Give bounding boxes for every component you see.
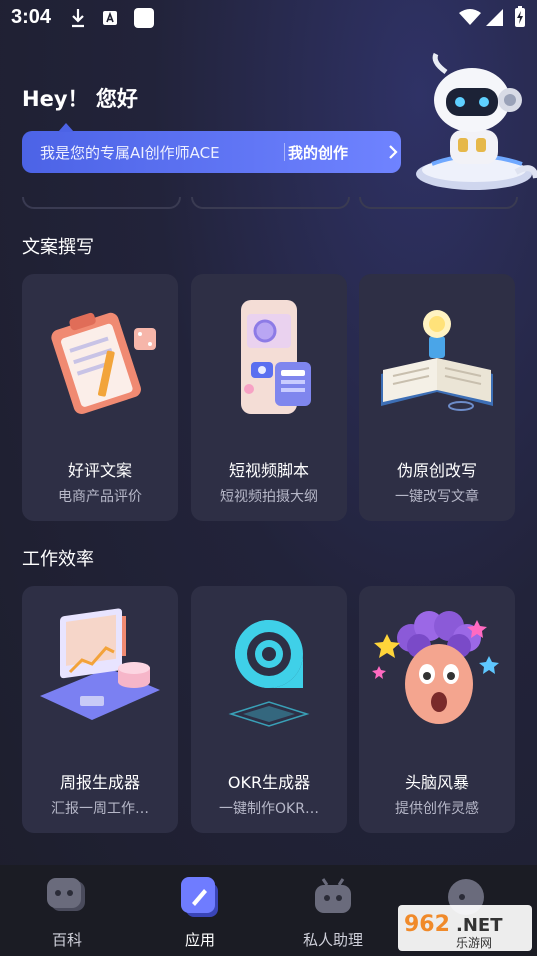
clipboard-icon xyxy=(51,312,156,414)
svg-text:.NET: .NET xyxy=(456,915,503,936)
nav-label: 私人助理 xyxy=(302,931,363,949)
robot-mascot-icon xyxy=(416,52,537,190)
phone-icon xyxy=(241,300,311,414)
card-weekly-report[interactable]: 周报生成器 汇报一周工作… xyxy=(22,586,178,833)
card-stub xyxy=(191,197,350,209)
card-okr-generator[interactable]: OKR生成器 一键制作OKR… xyxy=(191,586,347,833)
card-subtitle: 短视频拍摄大纲 xyxy=(220,489,318,505)
card-title: 头脑风暴 xyxy=(404,773,469,792)
card-brainstorm[interactable]: 头脑风暴 提供创作灵感 xyxy=(359,586,515,833)
download-icon xyxy=(72,9,84,28)
brainstorm-head-icon xyxy=(372,611,499,724)
card-title: 短视频脚本 xyxy=(228,461,309,480)
card-subtitle: 提供创作灵感 xyxy=(395,801,479,817)
report-chart-icon xyxy=(40,608,160,720)
status-bar: 3:04 xyxy=(0,0,537,36)
nav-label: 百科 xyxy=(51,931,82,949)
card-title: 伪原创改写 xyxy=(396,461,477,480)
banner-divider xyxy=(284,143,285,161)
card-stub xyxy=(359,197,518,209)
book-lightbulb-icon xyxy=(381,310,493,411)
chat-bubble-icon xyxy=(47,878,85,911)
card-review-copy[interactable]: 好评文案 电商产品评价 xyxy=(22,274,178,521)
intro-banner[interactable]: 我是您的专属AI创作师ACE 我的创作 xyxy=(22,123,401,173)
section-title-copywriting: 文案撰写 xyxy=(22,237,94,258)
battery-charging-icon xyxy=(515,6,525,27)
svg-text:962: 962 xyxy=(404,912,450,937)
my-creations-link[interactable]: 我的创作 xyxy=(288,142,348,163)
section-title-productivity: 工作效率 xyxy=(22,549,94,570)
greeting-text: Hey！ 您好 xyxy=(22,87,138,111)
nav-item-encyclopedia[interactable]: 百科 xyxy=(17,865,117,956)
card-title: OKR生成器 xyxy=(227,773,311,792)
card-subtitle: 一键改写文章 xyxy=(395,489,479,505)
nav-item-apps[interactable]: 应用 xyxy=(150,865,250,956)
signal-icon xyxy=(486,9,503,26)
pen-icon xyxy=(181,877,218,917)
nav-item-assistant[interactable]: 私人助理 xyxy=(283,865,383,956)
okr-target-icon xyxy=(228,620,310,727)
card-subtitle: 电商产品评价 xyxy=(58,489,142,505)
card-title: 周报生成器 xyxy=(59,773,140,792)
card-stub xyxy=(22,197,181,209)
a-notification-icon xyxy=(103,11,117,25)
wifi-icon xyxy=(459,9,481,25)
intro-text: 我是您的专属AI创作师ACE xyxy=(40,143,220,162)
svg-text:乐游网: 乐游网 xyxy=(456,936,492,950)
chevron-right-icon xyxy=(389,145,398,159)
card-short-video-script[interactable]: 短视频脚本 短视频拍摄大纲 xyxy=(191,274,347,521)
app-notification-icon xyxy=(134,8,154,28)
card-title: 好评文案 xyxy=(67,461,132,480)
status-time: 3:04 xyxy=(11,6,52,28)
card-rewrite[interactable]: 伪原创改写 一键改写文章 xyxy=(359,274,515,521)
nav-label: 应用 xyxy=(184,931,215,949)
watermark-logo: 962 .NET 乐游网 xyxy=(398,905,532,951)
card-subtitle: 汇报一周工作… xyxy=(51,801,149,817)
card-subtitle: 一键制作OKR… xyxy=(219,801,319,817)
robot-icon xyxy=(315,878,351,913)
